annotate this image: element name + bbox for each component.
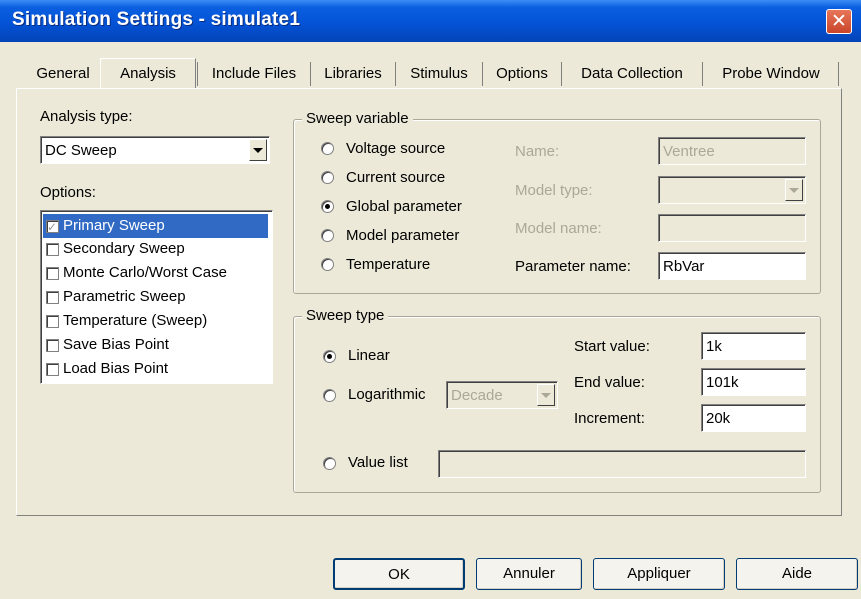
end-value: 101k [706, 374, 739, 391]
list-item-label: Temperature (Sweep) [63, 312, 208, 329]
radio-linear[interactable] [323, 350, 336, 363]
model-parameter-label: Model parameter [346, 227, 460, 244]
tab-divider [702, 62, 703, 86]
parameter-name-field[interactable]: RbVar [658, 252, 806, 280]
radio-global-parameter[interactable] [321, 200, 334, 213]
tab-data-collection[interactable]: Data Collection [563, 62, 701, 86]
sweep-variable-title: Sweep variable [302, 110, 413, 127]
list-item-parametric-sweep[interactable]: Parametric Sweep [43, 285, 268, 309]
radio-voltage-source[interactable] [321, 142, 334, 155]
tab-probe-window[interactable]: Probe Window [704, 62, 838, 86]
tab-divider [197, 62, 198, 86]
list-item-temperature-sweep[interactable]: Temperature (Sweep) [43, 309, 268, 333]
chevron-down-icon [541, 392, 551, 398]
global-parameter-label: Global parameter [346, 198, 462, 215]
analysis-type-dropdown[interactable]: DC Sweep [40, 136, 270, 164]
checkbox-primary-sweep[interactable] [46, 215, 59, 239]
dropdown-button [537, 384, 555, 406]
window-title: Simulation Settings - simulate1 [12, 9, 301, 30]
tab-analysis[interactable]: Analysis [100, 58, 196, 88]
checkbox-monte-carlo[interactable] [46, 267, 59, 280]
value-list-label: Value list [348, 454, 408, 471]
dropdown-button [785, 179, 803, 201]
list-item-save-bias-point[interactable]: Save Bias Point [43, 333, 268, 357]
list-item-monte-carlo[interactable]: Monte Carlo/Worst Case [43, 261, 268, 285]
analysis-type-value: DC Sweep [45, 142, 117, 159]
model-name-field [658, 214, 806, 242]
list-item-label: Secondary Sweep [63, 240, 185, 257]
apply-button[interactable]: Appliquer [593, 558, 725, 590]
radio-model-parameter[interactable] [321, 229, 334, 242]
log-scale-dropdown: Decade [446, 381, 558, 409]
parameter-name-label: Parameter name: [515, 258, 631, 275]
options-label: Options: [40, 184, 96, 201]
tab-divider [310, 62, 311, 86]
checkbox-save-bias-point[interactable] [46, 339, 59, 352]
start-value-field[interactable]: 1k [701, 332, 806, 360]
start-value: 1k [706, 338, 722, 355]
ok-button[interactable]: OK [333, 558, 465, 590]
radio-temperature[interactable] [321, 258, 334, 271]
end-value-label: End value: [574, 374, 645, 391]
options-list[interactable]: Primary Sweep Secondary Sweep Monte Carl… [40, 210, 273, 384]
model-name-label: Model name: [515, 220, 602, 237]
increment-value: 20k [706, 410, 731, 427]
checkbox-parametric-sweep[interactable] [46, 291, 59, 304]
end-value-field[interactable]: 101k [701, 368, 806, 396]
voltage-source-label: Voltage source [346, 140, 446, 157]
tab-divider [395, 62, 396, 86]
increment-label: Increment: [574, 410, 645, 427]
simulation-settings-dialog: Simulation Settings - simulate1 ✕ Genera… [0, 0, 861, 599]
list-item-secondary-sweep[interactable]: Secondary Sweep [43, 237, 268, 261]
chevron-down-icon [789, 187, 799, 193]
current-source-label: Current source [346, 169, 446, 186]
start-value-label: Start value: [574, 338, 650, 355]
help-button[interactable]: Aide [736, 558, 858, 590]
tab-libraries[interactable]: Libraries [312, 62, 394, 86]
temperature-label: Temperature [346, 256, 431, 273]
log-scale-value: Decade [451, 387, 503, 404]
tab-options[interactable]: Options [484, 62, 560, 86]
tab-divider [838, 62, 839, 86]
radio-current-source[interactable] [321, 171, 334, 184]
list-item-primary-sweep[interactable]: Primary Sweep [43, 214, 268, 239]
model-type-dropdown [658, 176, 806, 204]
chevron-down-icon [253, 147, 263, 153]
model-type-label: Model type: [515, 182, 593, 199]
close-icon: ✕ [831, 11, 847, 32]
close-button[interactable]: ✕ [826, 9, 852, 34]
name-label: Name: [515, 143, 560, 160]
linear-label: Linear [348, 347, 390, 364]
checkbox-secondary-sweep[interactable] [46, 243, 59, 256]
tab-stimulus[interactable]: Stimulus [397, 62, 481, 86]
checkbox-temperature-sweep[interactable] [46, 315, 59, 328]
checkbox-load-bias-point[interactable] [46, 363, 59, 376]
logarithmic-label: Logarithmic [348, 386, 426, 403]
cancel-button[interactable]: Annuler [476, 558, 582, 590]
parameter-name-value: RbVar [663, 258, 705, 275]
list-item-label: Primary Sweep [63, 217, 165, 234]
list-item-label: Parametric Sweep [63, 288, 186, 305]
list-item-label: Monte Carlo/Worst Case [63, 264, 227, 281]
tab-general[interactable]: General [24, 62, 102, 86]
name-value: Ventree [663, 143, 715, 160]
increment-field[interactable]: 20k [701, 404, 806, 432]
analysis-type-label: Analysis type: [40, 108, 133, 125]
list-item-label: Save Bias Point [63, 336, 169, 353]
value-list-field [438, 450, 806, 478]
title-bar[interactable]: Simulation Settings - simulate1 ✕ [0, 0, 861, 42]
dropdown-button[interactable] [249, 139, 267, 161]
tab-include-files[interactable]: Include Files [199, 62, 309, 86]
tab-divider [482, 62, 483, 86]
radio-logarithmic[interactable] [323, 389, 336, 402]
radio-value-list[interactable] [323, 457, 336, 470]
tab-divider [561, 62, 562, 86]
sweep-type-title: Sweep type [302, 307, 389, 324]
list-item-load-bias-point[interactable]: Load Bias Point [43, 357, 268, 381]
name-field: Ventree [658, 137, 806, 165]
list-item-label: Load Bias Point [63, 360, 169, 377]
